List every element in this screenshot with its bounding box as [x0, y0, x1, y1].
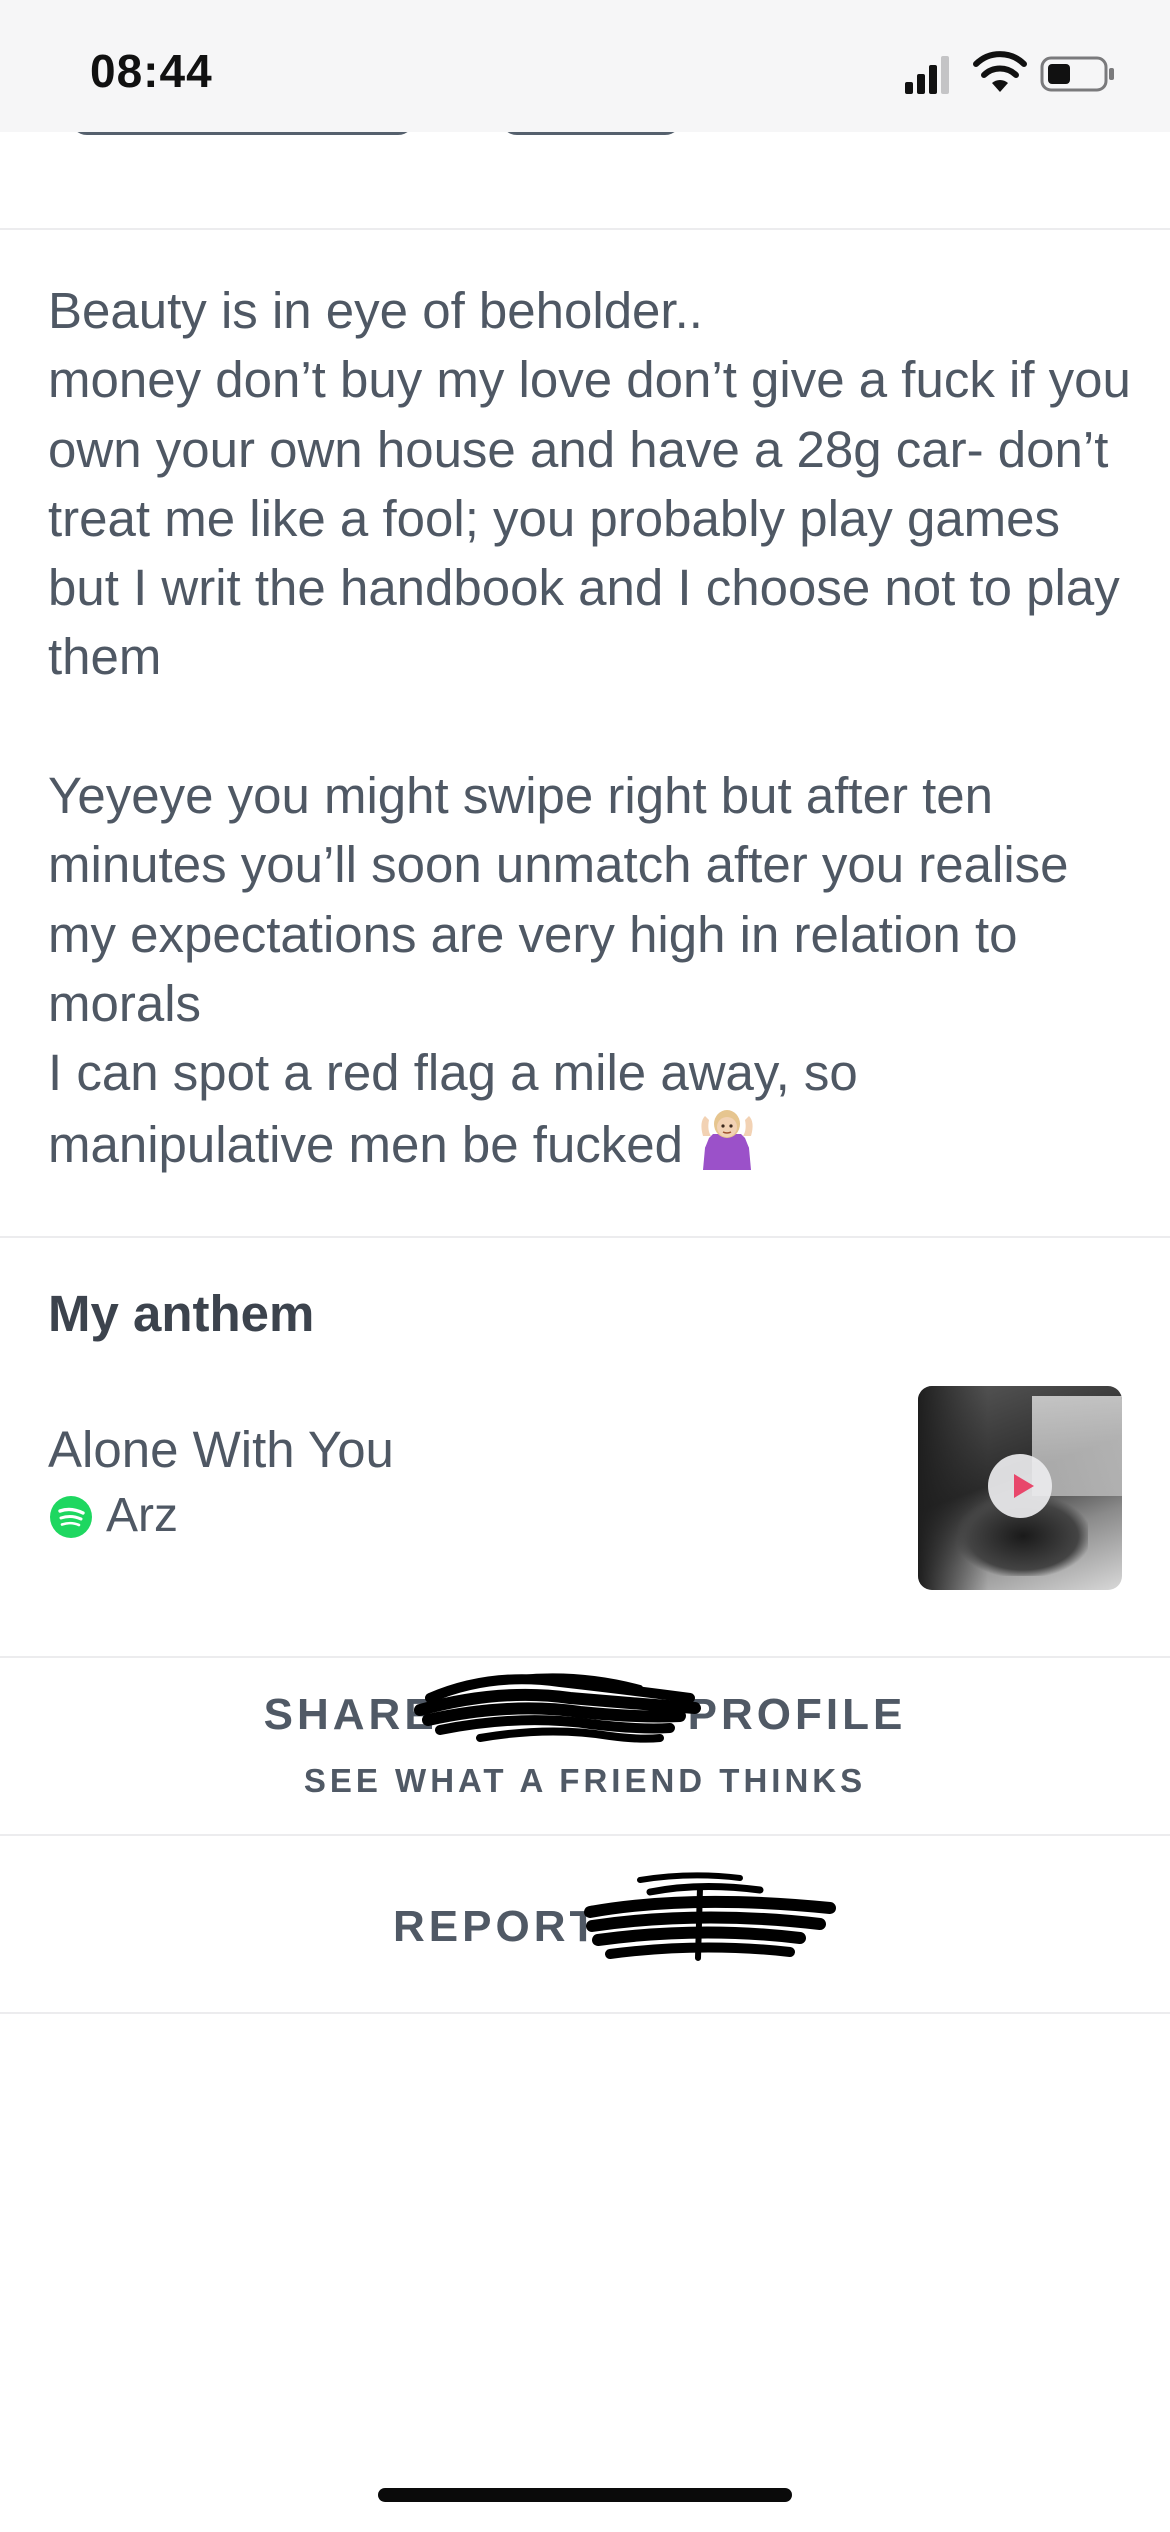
- song-title[interactable]: Alone With You: [48, 1420, 394, 1479]
- signal-icon: [905, 56, 949, 94]
- divider: [0, 2012, 1170, 2014]
- home-indicator[interactable]: [378, 2488, 792, 2502]
- divider: [0, 1236, 1170, 1238]
- status-time: 08:44: [90, 45, 213, 97]
- redaction-scribble: [414, 1673, 701, 1743]
- report-label: REPORT: [393, 1902, 601, 1951]
- album-art[interactable]: [918, 1386, 1122, 1590]
- divider: [0, 1834, 1170, 1836]
- redaction-scribble: [584, 1872, 836, 1961]
- play-icon: [1014, 1474, 1034, 1498]
- share-profile-subtitle: SEE WHAT A FRIEND THINKS: [303, 1762, 867, 1799]
- spotify-icon: [50, 1496, 92, 1538]
- divider: [0, 228, 1170, 230]
- profile-screen: 08:44 Beauty is in eye of beholder.. mon…: [0, 0, 1170, 2532]
- divider: [0, 1656, 1170, 1658]
- artist-name: Arz: [106, 1489, 178, 1542]
- battery-icon: [1040, 56, 1114, 92]
- wifi-icon: [973, 51, 1027, 92]
- bio-text: Beauty is in eye of beholder.. money don…: [48, 282, 1131, 1173]
- section-title: My anthem: [48, 1285, 315, 1342]
- bio-section: Beauty is in eye of beholder.. money don…: [48, 276, 1138, 1179]
- share-label-right: PROFILE: [687, 1690, 907, 1739]
- status-bar: 08:44: [0, 0, 1170, 132]
- shrug-emoji: [701, 1109, 753, 1170]
- play-button[interactable]: [988, 1454, 1052, 1518]
